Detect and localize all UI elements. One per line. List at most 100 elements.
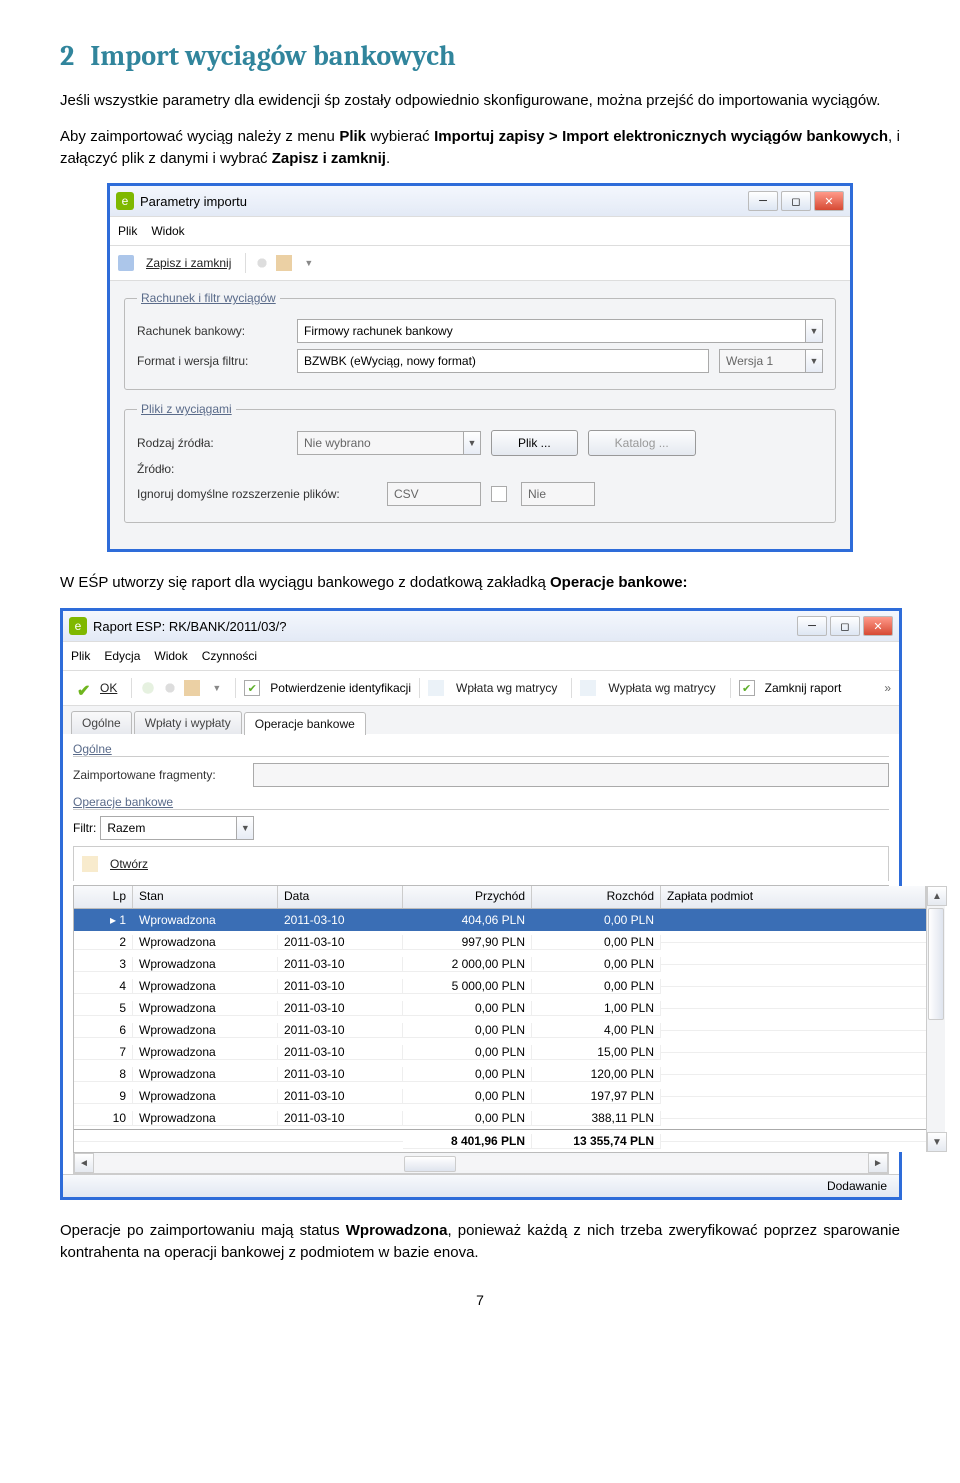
dropdown-icon[interactable]: ▼ (805, 320, 822, 342)
table-row[interactable]: 10Wprowadzona2011-03-100,00 PLN388,11 PL… (74, 1107, 926, 1129)
paragraph-2: Aby zaimportować wyciąg należy z menu Pl… (60, 126, 900, 170)
chk-potwierdzenie[interactable]: ✔ (244, 680, 260, 696)
open-icon (82, 856, 98, 872)
maximize-button[interactable]: ◻ (781, 191, 811, 211)
label-potwierdzenie: Potwierdzenie identyfikacji (270, 681, 411, 695)
input-filtr[interactable]: Razem▼ (100, 816, 254, 840)
menu-edycja[interactable]: Edycja (104, 649, 140, 663)
table-row[interactable]: 5Wprowadzona2011-03-100,00 PLN1,00 PLN (74, 997, 926, 1019)
col-rozchod[interactable]: Rozchód (532, 886, 661, 908)
label-zamknij-raport: Zamknij raport (765, 681, 842, 695)
scroll-thumb[interactable] (928, 908, 944, 1020)
col-przychod[interactable]: Przychód (403, 886, 532, 908)
horizontal-scrollbar[interactable]: ◄ ► (73, 1153, 889, 1174)
section-operacje-label: Operacje bankowe (73, 795, 889, 810)
menu-plik[interactable]: Plik (118, 224, 137, 238)
menu-widok[interactable]: Widok (154, 649, 187, 663)
tab-wplaty[interactable]: Wpłaty i wypłaty (134, 711, 242, 734)
input-rodzaj[interactable]: Nie wybrano▼ (297, 431, 481, 455)
table-row[interactable]: 2Wprowadzona2011-03-10997,90 PLN0,00 PLN (74, 931, 926, 953)
dropdown-icon[interactable]: ▼ (805, 350, 822, 372)
btn-wplata[interactable]: Wpłata wg matrycy (450, 679, 563, 697)
col-stan[interactable]: Stan (133, 886, 278, 908)
sum-rozchod: 13 355,74 PLN (532, 1134, 661, 1149)
print-icon[interactable] (184, 680, 200, 696)
menu-plik[interactable]: Plik (71, 649, 90, 663)
input-wersja[interactable]: Wersja 1▼ (719, 349, 823, 373)
sum-przychod: 8 401,96 PLN (403, 1134, 532, 1149)
window-title: Parametry importu (140, 194, 247, 209)
input-format[interactable]: BZWBK (eWyciąg, nowy format) (297, 349, 709, 373)
section-heading: 2Import wyciągów bankowych (60, 40, 900, 72)
scroll-left-icon[interactable]: ◄ (74, 1153, 94, 1173)
dropdown-icon[interactable]: ▼ (463, 432, 480, 454)
app-icon: e (116, 192, 134, 210)
save-icon (118, 255, 134, 271)
save-and-close-button[interactable]: Zapisz i zamknij (140, 254, 237, 272)
tab-operacje[interactable]: Operacje bankowe (244, 712, 366, 735)
toolbar-dropdown[interactable]: ▼ (298, 256, 319, 270)
checkbox-nie[interactable] (491, 486, 507, 502)
ok-button[interactable]: ✔OK (71, 679, 123, 697)
paragraph-4: Operacje po zaimportowaniu mają status W… (60, 1220, 900, 1264)
col-lp[interactable]: Lp (74, 886, 133, 908)
overflow-icon[interactable]: » (884, 681, 891, 695)
tools-icon[interactable] (162, 680, 178, 696)
close-button[interactable]: ✕ (863, 616, 893, 636)
label-filtr: Filtr: (73, 821, 96, 835)
button-katalog: Katalog ... (588, 430, 696, 456)
table-row[interactable]: 7Wprowadzona2011-03-100,00 PLN15,00 PLN (74, 1041, 926, 1063)
scroll-up-icon[interactable]: ▲ (927, 886, 947, 906)
label-rachunek: Rachunek bankowy: (137, 324, 287, 338)
table-row[interactable]: ▸ 1Wprowadzona2011-03-10404,06 PLN0,00 P… (74, 909, 926, 931)
page-number: 7 (60, 1292, 900, 1308)
label-format: Format i wersja filtru: (137, 354, 287, 368)
close-button[interactable]: ✕ (814, 191, 844, 211)
scroll-right-icon[interactable]: ► (868, 1153, 888, 1173)
table-row[interactable]: 8Wprowadzona2011-03-100,00 PLN120,00 PLN (74, 1063, 926, 1085)
btn-wyplata[interactable]: Wypłata wg matrycy (602, 679, 721, 697)
label-fragmenty: Zaimportowane fragmenty: (73, 768, 243, 782)
toolbar-dropdown[interactable]: ▼ (206, 681, 227, 695)
input-fragmenty (253, 763, 889, 787)
table-row[interactable]: 9Wprowadzona2011-03-100,00 PLN197,97 PLN (74, 1085, 926, 1107)
paragraph-3: W EŚP utworzy się raport dla wyciągu ban… (60, 572, 900, 594)
input-csv: CSV (387, 482, 481, 506)
titlebar: e Parametry importu ─ ◻ ✕ (110, 186, 850, 216)
dropdown-icon[interactable]: ▼ (236, 817, 253, 839)
status-text: Dodawanie (827, 1179, 887, 1193)
check-icon: ✔ (77, 681, 95, 695)
col-data[interactable]: Data (278, 886, 403, 908)
chk-zamknij[interactable]: ✔ (739, 680, 755, 696)
open-button[interactable]: Otwórz (104, 855, 154, 873)
table-row[interactable]: 3Wprowadzona2011-03-102 000,00 PLN0,00 P… (74, 953, 926, 975)
fieldset-legend: Pliki z wyciągami (137, 402, 236, 416)
minimize-button[interactable]: ─ (748, 191, 778, 211)
tabs: Ogólne Wpłaty i wypłaty Operacje bankowe (63, 706, 899, 734)
input-rachunek[interactable]: Firmowy rachunek bankowy▼ (297, 319, 823, 343)
titlebar: e Raport ESP: RK/BANK/2011/03/? ─ ◻ ✕ (63, 611, 899, 641)
print-icon[interactable] (276, 255, 292, 271)
section-number: 2 (60, 40, 74, 72)
tools-icon[interactable] (254, 255, 270, 271)
maximize-button[interactable]: ◻ (830, 616, 860, 636)
vertical-scrollbar[interactable]: ▲ ▼ (926, 886, 945, 1152)
menu-widok[interactable]: Widok (151, 224, 184, 238)
label-rodzaj: Rodzaj źródła: (137, 436, 287, 450)
menu-czynnosci[interactable]: Czynności (202, 649, 257, 663)
paragraph-1: Jeśli wszystkie parametry dla ewidencji … (60, 90, 900, 112)
fieldset-pliki: Pliki z wyciągami Rodzaj źródła: Nie wyb… (124, 402, 836, 523)
table-row[interactable]: 6Wprowadzona2011-03-100,00 PLN4,00 PLN (74, 1019, 926, 1041)
window-title: Raport ESP: RK/BANK/2011/03/? (93, 619, 286, 634)
minimize-button[interactable]: ─ (797, 616, 827, 636)
input-nie: Nie (521, 482, 595, 506)
plus-icon[interactable] (140, 680, 156, 696)
tab-ogolne[interactable]: Ogólne (71, 711, 132, 734)
label-zrodlo: Źródło: (137, 462, 287, 476)
table-row[interactable]: 4Wprowadzona2011-03-105 000,00 PLN0,00 P… (74, 975, 926, 997)
button-plik[interactable]: Plik ... (491, 430, 578, 456)
scroll-thumb[interactable] (404, 1156, 456, 1172)
col-podmiot[interactable]: Zapłata podmiot (661, 886, 926, 908)
scroll-down-icon[interactable]: ▼ (927, 1132, 947, 1152)
label-ignore-ext: Ignoruj domyślne rozszerzenie plików: (137, 487, 377, 501)
